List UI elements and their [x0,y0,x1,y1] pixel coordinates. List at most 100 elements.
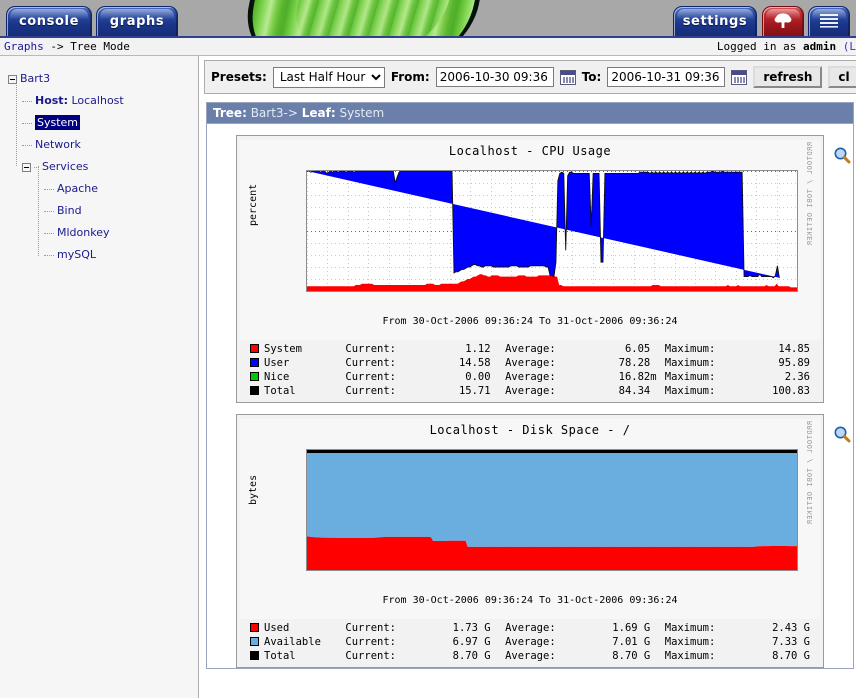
legend-color-swatch [250,344,259,353]
expander-icon[interactable] [22,162,31,172]
legend-current-key: Current: [345,343,396,355]
clear-button[interactable]: cl [828,66,856,88]
y-axis-label: bytes [248,474,259,505]
series-user-area [307,171,780,278]
sidebar-item-services[interactable]: Services [0,156,198,178]
legend-current-value: 14.58 [458,357,491,369]
rrdtool-watermark: RRDTOOL / TOBI OETIKER [806,142,814,246]
legend-row: Total Current: 15.71 Average: 84.34 Maximum: 1… [250,384,810,398]
legend-current-key: Current: [345,650,396,662]
graph-time-range: From 30-Oct-2006 09:36:24 To 31-Oct-2006… [382,595,678,606]
legend-average-value: 8.70 G [612,650,651,662]
sidebar-item-label[interactable]: System [35,115,81,130]
legend-average-value: 7.01 G [612,636,651,648]
tab-settings[interactable]: settings [673,6,757,36]
logout-link[interactable]: (L [836,40,856,53]
rrd-graph-cpu-usage: Localhost - CPU Usage percent RRDTOOL / … [240,140,820,340]
chart-svg [307,450,797,570]
legend-row: System Current: 1.12 Average: 6.05 Maximum: 14… [250,342,810,356]
to-date-input[interactable] [607,67,726,87]
legend-average-key: Average: [505,622,556,634]
series-system-area [307,274,797,291]
sidebar-item-system[interactable]: System [0,112,198,134]
tree-branch-icon [22,122,32,124]
legend-maximum-key: Maximum: [664,385,716,397]
rrd-graph-disk-space: Localhost - Disk Space - / bytes RRDTOOL… [240,419,820,619]
y-axis-label: percent [248,183,259,226]
sidebar-item-label[interactable]: Services [42,160,88,173]
legend-row: Total Current: 8.70 G Average: 8.70 G Maximum… [250,649,810,663]
legend-color-swatch [250,623,259,632]
legend-current-key: Current: [345,636,396,648]
tree-branch-icon [44,254,54,256]
legend-row: User Current: 14.58 Average: 78.28 Maximum: 95… [250,356,810,370]
sidebar-item-label[interactable]: Mldonkey [57,226,110,239]
legend-average-key: Average: [505,650,556,662]
legend-maximum-value: 2.43 G [772,622,810,634]
sidebar-item-mysql[interactable]: mySQL [0,244,198,266]
legend-average-key: Average: [505,371,556,383]
sidebar-item-label[interactable]: Bind [57,204,82,217]
presets-label: Presets: [211,70,267,84]
from-calendar-icon[interactable] [559,69,576,85]
refresh-button[interactable]: refresh [753,66,823,88]
legend-current-value: 0.00 [465,371,491,383]
legend-average-key: Average: [505,343,556,355]
legend-series-name: Used [250,621,345,635]
legend-color-swatch [250,637,259,646]
tree-branch-icon [44,232,54,234]
tree-branch-icon [44,188,54,190]
graph-card-cpu-usage[interactable]: Localhost - CPU Usage percent RRDTOOL / … [236,135,851,403]
main-content: Presets: Last Half HourLast HourLast 2 H… [200,56,856,698]
to-calendar-icon[interactable] [731,69,748,85]
legend-row: Nice Current: 0.00 Average: 16.82 m Maximum: 2.… [250,370,810,384]
plot-area: 0.05.0 G12:0014:0016:0018:0020:0022:0000… [306,449,798,571]
presets-select[interactable]: Last Half HourLast HourLast 2 HoursLast … [272,66,385,88]
legend-current-unit [491,384,506,398]
sidebar-item-network[interactable]: Network [0,134,198,156]
legend-current-key: Current: [345,371,396,383]
legend-maximum-key: Maximum: [664,636,716,648]
legend-series-name: Available [250,635,345,649]
sidebar-item-label[interactable]: Bart3 [20,72,50,85]
tab-console[interactable]: console [6,6,92,36]
sidebar-item-mldonkey[interactable]: Mldonkey [0,222,198,244]
tab-tree-view[interactable] [762,6,804,36]
legend-current-key: Current: [345,357,396,369]
magnifier-icon[interactable] [833,146,851,164]
tab-list-view[interactable] [808,6,850,36]
legend-current-value: 1.12 [465,343,491,355]
sidebar-item-bind[interactable]: Bind [0,200,198,222]
tab-graphs[interactable]: graphs [96,6,178,36]
sidebar-item-label[interactable]: Network [35,138,81,151]
graph-legend-disk: Used Current: 1.73 G Average: 1.69 G Maximum:… [250,621,810,663]
sidebar-item-label[interactable]: Localhost [68,94,123,107]
legend-color-swatch [250,372,259,381]
sidebar-item-host-localhost[interactable]: Host: Localhost [0,90,198,112]
leaf-value: System [335,106,385,120]
rrdtool-watermark: RRDTOOL / TOBI OETIKER [806,421,814,525]
from-date-input[interactable] [435,67,554,87]
sidebar-item-label[interactable]: mySQL [57,248,96,261]
tree-key-label: Tree: [213,106,247,120]
sidebar-tree: Bart3 Host: Localhost System Network Ser… [0,56,199,698]
sidebar-item-label[interactable]: Apache [57,182,98,195]
graph-tree-panel: Tree: Bart3-> Leaf: System Localhost - C… [206,102,854,669]
magnifier-icon[interactable] [833,425,851,443]
graph-legend-cpu: System Current: 1.12 Average: 6.05 Maximum: 14… [250,342,810,398]
sidebar-item-apache[interactable]: Apache [0,178,198,200]
graph-card-disk-space[interactable]: Localhost - Disk Space - / bytes RRDTOOL… [236,414,851,668]
legend-row: Used Current: 1.73 G Average: 1.69 G Maximum:… [250,621,810,635]
legend-color-swatch [250,651,259,660]
login-status: Logged in as admin (L [717,38,856,55]
list-lines-icon [820,14,838,28]
breadcrumb-link-graphs[interactable]: Graphs [4,40,44,53]
tree-branch-icon [22,100,32,102]
chart-svg [307,171,797,291]
sidebar-item-host-key: Host: [35,94,68,107]
expander-icon[interactable] [8,74,17,84]
sidebar-item-bart3[interactable]: Bart3 [0,68,198,90]
legend-average-value: 1.69 G [612,622,651,634]
breadcrumb-current: Tree Mode [70,40,130,53]
plot-area: 05010012:0014:0016:0018:0020:0022:0000:0… [306,170,798,292]
